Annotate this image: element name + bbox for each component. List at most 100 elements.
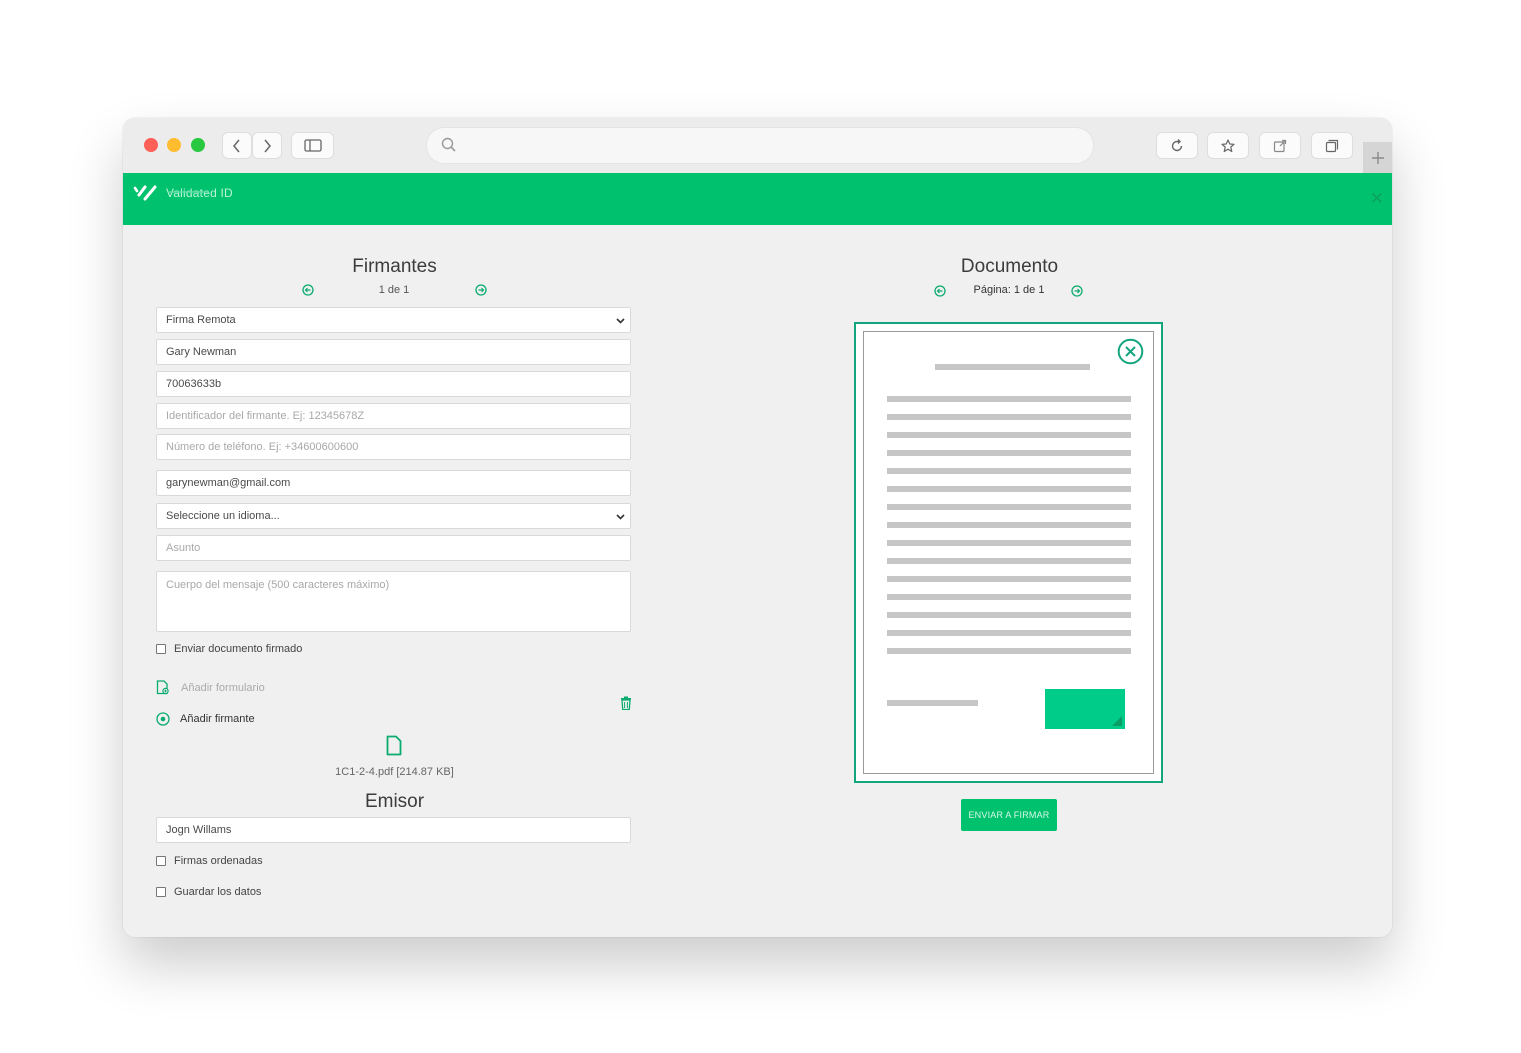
share-button[interactable] xyxy=(1260,133,1300,158)
signature-type-select[interactable]: Firma Remota xyxy=(156,307,631,333)
signers-title: Firmantes xyxy=(352,256,437,277)
reload-button[interactable] xyxy=(1157,133,1197,158)
signer-id-value: 70063633b xyxy=(166,378,222,390)
signature-box[interactable] xyxy=(1045,689,1125,729)
add-circle-icon xyxy=(156,712,170,726)
close-icon[interactable]: ✕ xyxy=(1370,190,1384,207)
subject-field[interactable]: Asunto xyxy=(156,535,631,561)
document-preview[interactable] xyxy=(854,322,1163,783)
app-header: Validated ID ✕ xyxy=(123,173,1392,225)
trash-icon[interactable] xyxy=(620,696,632,710)
message-body-textarea[interactable]: Cuerpo del mensaje (500 caracteres máxim… xyxy=(156,571,631,632)
validated-id-logo-icon xyxy=(133,185,157,201)
add-signer-button[interactable]: Añadir firmante xyxy=(156,712,255,726)
checkbox-box[interactable] xyxy=(156,887,166,897)
sidebar-icon xyxy=(303,139,322,152)
signature-type-value: Firma Remota xyxy=(166,314,236,326)
language-select[interactable]: Seleccione un idioma... xyxy=(156,503,631,529)
document-page xyxy=(863,331,1154,774)
add-signer-label: Añadir firmante xyxy=(180,713,255,725)
browser-window: Validated ID ✕ Firmantes 1 de 1 Firma Re… xyxy=(123,118,1392,937)
file-icon xyxy=(386,735,402,756)
issuer-title: Emisor xyxy=(364,791,425,812)
brand-logo[interactable]: Validated ID xyxy=(133,185,233,201)
file-label: 1C1-2-4.pdf [214.87 KB] xyxy=(335,766,454,778)
doc-signature-line xyxy=(887,700,978,706)
ordered-signatures-label: Firmas ordenadas xyxy=(174,855,263,867)
doc-text-line xyxy=(887,468,1131,474)
doc-text-line xyxy=(887,612,1131,618)
brand-name: Validated ID xyxy=(166,186,233,200)
back-button[interactable] xyxy=(223,133,251,158)
new-tab-button[interactable] xyxy=(1363,142,1392,173)
doc-text-line xyxy=(887,486,1131,492)
signers-pager: 1 de 1 xyxy=(378,284,410,296)
close-window-button[interactable] xyxy=(144,138,158,152)
chevron-down-icon xyxy=(616,514,625,520)
phone-field[interactable]: Número de teléfono. Ej: +34600600600 xyxy=(156,434,631,460)
bookmark-button[interactable] xyxy=(1208,133,1248,158)
add-form-label: Añadir formulario xyxy=(181,681,265,694)
resize-handle-icon[interactable] xyxy=(1112,716,1122,726)
star-icon xyxy=(1221,138,1235,152)
send-signed-label: Enviar documento firmado xyxy=(174,643,303,655)
language-select-value: Seleccione un idioma... xyxy=(166,510,280,522)
document-title: Documento xyxy=(960,256,1059,277)
doc-text-line xyxy=(887,414,1131,420)
send-signed-checkbox[interactable]: Enviar documento firmado xyxy=(156,643,302,655)
maximize-window-button[interactable] xyxy=(191,138,205,152)
doc-text-line xyxy=(887,522,1131,528)
doc-text-line xyxy=(887,648,1131,654)
forward-icon xyxy=(264,139,271,152)
doc-text-line xyxy=(887,540,1131,546)
back-icon xyxy=(233,139,240,152)
signer-id-field[interactable]: 70063633b xyxy=(156,371,631,397)
next-page-icon[interactable] xyxy=(1071,285,1083,297)
forward-button[interactable] xyxy=(253,133,281,158)
checkbox-box[interactable] xyxy=(156,644,166,654)
prev-page-icon[interactable] xyxy=(934,285,946,297)
doc-text-line xyxy=(887,594,1131,600)
save-data-checkbox[interactable]: Guardar los datos xyxy=(156,886,261,898)
doc-title-line xyxy=(935,364,1090,370)
doc-text-line xyxy=(887,504,1131,510)
phone-placeholder: Número de teléfono. Ej: +34600600600 xyxy=(166,441,359,453)
subject-placeholder: Asunto xyxy=(166,542,201,554)
prev-signer-icon[interactable] xyxy=(302,284,314,296)
address-bar[interactable] xyxy=(427,128,1093,163)
next-signer-icon[interactable] xyxy=(475,284,487,296)
brand-tagline-decoration xyxy=(169,191,209,193)
main-content: Firmantes 1 de 1 Firma Remota Gary Newma… xyxy=(123,225,1392,937)
doc-text-line xyxy=(887,396,1131,402)
document-add-icon xyxy=(156,680,169,695)
checkbox-box[interactable] xyxy=(156,856,166,866)
signer-identifier-field[interactable]: Identificador del firmante. Ej: 12345678… xyxy=(156,403,631,429)
browser-toolbar xyxy=(123,118,1392,173)
search-icon xyxy=(441,137,456,152)
signer-name-field[interactable]: Gary Newman xyxy=(156,339,631,365)
doc-text-line xyxy=(887,630,1131,636)
doc-text-line xyxy=(887,450,1131,456)
plus-icon xyxy=(1371,151,1384,164)
tabs-icon xyxy=(1325,139,1339,152)
sidebar-toggle-button[interactable] xyxy=(292,133,333,158)
doc-text-line xyxy=(887,432,1131,438)
message-body-placeholder: Cuerpo del mensaje (500 caracteres máxim… xyxy=(166,579,390,591)
send-to-sign-button[interactable]: ENVIAR A FIRMAR xyxy=(961,799,1057,831)
document-page-info: Página: 1 de 1 xyxy=(973,284,1045,296)
share-icon xyxy=(1273,139,1287,152)
email-value: garynewman@gmail.com xyxy=(166,477,291,489)
close-circle-icon[interactable] xyxy=(1117,338,1144,365)
doc-text-line xyxy=(887,576,1131,582)
ordered-signatures-checkbox[interactable]: Firmas ordenadas xyxy=(156,855,263,867)
chevron-down-icon xyxy=(616,318,625,324)
add-form-button[interactable]: Añadir formulario xyxy=(156,680,265,695)
tab-overview-button[interactable] xyxy=(1312,133,1352,158)
issuer-name-value: Jogn Willams xyxy=(166,824,232,836)
save-data-label: Guardar los datos xyxy=(174,886,262,898)
issuer-name-field[interactable]: Jogn Willams xyxy=(156,817,631,843)
email-field[interactable]: garynewman@gmail.com xyxy=(156,470,631,496)
doc-text-line xyxy=(887,558,1131,564)
minimize-window-button[interactable] xyxy=(167,138,181,152)
signer-identifier-placeholder: Identificador del firmante. Ej: 12345678… xyxy=(166,410,365,422)
